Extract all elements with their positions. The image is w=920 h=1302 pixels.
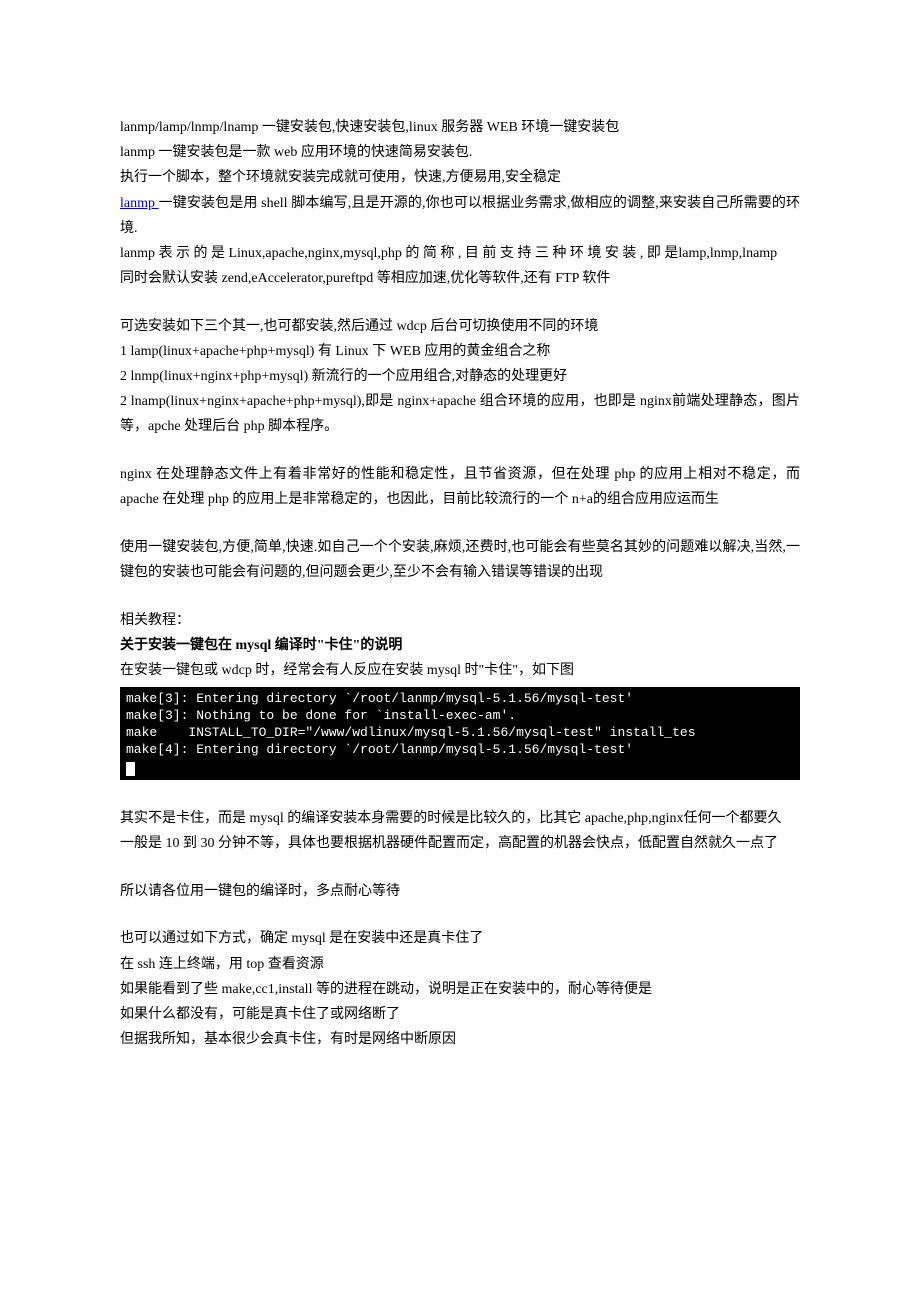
paragraph: nginx 在处理静态文件上有着非常好的性能和稳定性，且节省资源，但在处理 ph… [120, 462, 800, 512]
terminal-line: make INSTALL_TO_DIR="/www/wdlinux/mysql-… [126, 725, 696, 740]
paragraph: lanmp 表 示 的 是 Linux,apache,nginx,mysql,p… [120, 241, 800, 266]
heading-mysql-stuck: 关于安装一键包在 mysql 编译时"卡住"的说明 [120, 633, 800, 658]
terminal-line: make[3]: Nothing to be done for `install… [126, 708, 516, 723]
paragraph: 1 lamp(linux+apache+php+mysql) 有 Linux 下… [120, 339, 800, 364]
paragraph: lanmp 一键安装包是一款 web 应用环境的快速简易安装包. [120, 140, 800, 165]
paragraph: 2 lnamp(linux+nginx+apache+php+mysql),即是… [120, 389, 800, 439]
paragraph: 2 lnmp(linux+nginx+php+mysql) 新流行的一个应用组合… [120, 364, 800, 389]
section-label: 相关教程： [120, 608, 800, 633]
paragraph: 如果什么都没有，可能是真卡住了或网络断了 [120, 1002, 800, 1027]
terminal-line: make[4]: Entering directory `/root/lanmp… [126, 742, 633, 757]
paragraph: 在 ssh 连上终端，用 top 查看资源 [120, 952, 800, 977]
terminal-cursor [126, 762, 135, 776]
paragraph-text: 一键安装包是用 shell 脚本编写,且是开源的,你也可以根据业务需求,做相应的… [120, 196, 800, 236]
lanmp-link[interactable]: lanmp [120, 196, 159, 211]
paragraph: 可选安装如下三个其一,也可都安装,然后通过 wdcp 后台可切换使用不同的环境 [120, 314, 800, 339]
paragraph: 使用一键安装包,方便,简单,快速.如自己一个个安装,麻烦,还费时,也可能会有些莫… [120, 535, 800, 585]
paragraph: 其实不是卡住，而是 mysql 的编译安装本身需要的时候是比较久的，比其它 ap… [120, 806, 800, 831]
terminal-line: make[3]: Entering directory `/root/lanmp… [126, 691, 633, 706]
paragraph: 执行一个脚本，整个环境就安装完成就可使用，快速,方便易用,安全稳定 [120, 165, 800, 190]
paragraph: lanmp 一键安装包是用 shell 脚本编写,且是开源的,你也可以根据业务需… [120, 191, 800, 241]
paragraph: 如果能看到了些 make,cc1,install 等的进程在跳动，说明是正在安装… [120, 977, 800, 1002]
paragraph: 所以请各位用一键包的编译时，多点耐心等待 [120, 879, 800, 904]
paragraph: 也可以通过如下方式，确定 mysql 是在安装中还是真卡住了 [120, 926, 800, 951]
paragraph: 一般是 10 到 30 分钟不等，具体也要根据机器硬件配置而定，高配置的机器会快… [120, 831, 800, 856]
paragraph: 但据我所知，基本很少会真卡住，有时是网络中断原因 [120, 1027, 800, 1052]
paragraph: 同时会默认安装 zend,eAccelerator,pureftpd 等相应加速… [120, 266, 800, 291]
paragraph: lanmp/lamp/lnmp/lnamp 一键安装包,快速安装包,linux … [120, 115, 800, 140]
paragraph: 在安装一键包或 wdcp 时，经常会有人反应在安装 mysql 时"卡住"，如下… [120, 658, 800, 683]
terminal-screenshot: make[3]: Entering directory `/root/lanmp… [120, 687, 800, 779]
